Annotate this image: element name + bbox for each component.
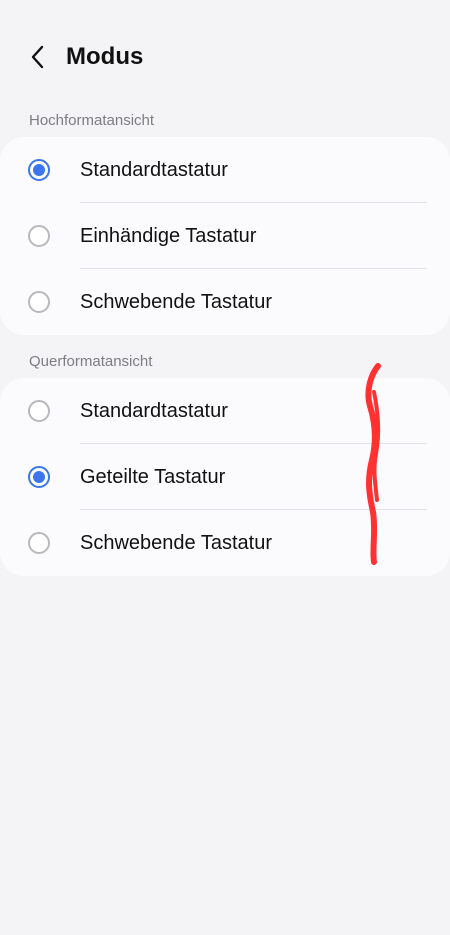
radio-button[interactable] [28,400,50,422]
app-header: Modus [0,0,450,112]
option-label: Einhändige Tastatur [80,225,257,247]
section-label-landscape: Querformatansicht [29,353,153,370]
radio-option-floating-landscape[interactable]: Schwebende Tastatur [0,510,450,576]
page-title: Modus [66,43,144,70]
option-label: Schwebende Tastatur [80,291,272,313]
radio-button[interactable] [28,532,50,554]
option-label: Standardtastatur [80,159,228,181]
radio-option-one-handed-portrait[interactable]: Einhändige Tastatur [0,203,450,269]
radio-button-selected[interactable] [28,466,50,488]
back-button[interactable] [22,40,54,74]
option-label: Standardtastatur [80,400,228,422]
radio-option-standard-landscape[interactable]: Standardtastatur [0,378,450,444]
radio-option-standard-portrait[interactable]: Standardtastatur [0,137,450,203]
option-label: Geteilte Tastatur [80,466,226,488]
portrait-options-card: Standardtastatur Einhändige Tastatur Sch… [0,137,450,335]
option-label: Schwebende Tastatur [80,532,272,554]
section-label-portrait: Hochformatansicht [29,112,155,129]
radio-button-selected[interactable] [28,159,50,181]
chevron-left-icon [31,45,44,69]
radio-option-floating-portrait[interactable]: Schwebende Tastatur [0,269,450,335]
radio-button[interactable] [28,291,50,313]
landscape-options-card: Standardtastatur Geteilte Tastatur Schwe… [0,378,450,576]
radio-button[interactable] [28,225,50,247]
radio-option-split-landscape[interactable]: Geteilte Tastatur [0,444,450,510]
